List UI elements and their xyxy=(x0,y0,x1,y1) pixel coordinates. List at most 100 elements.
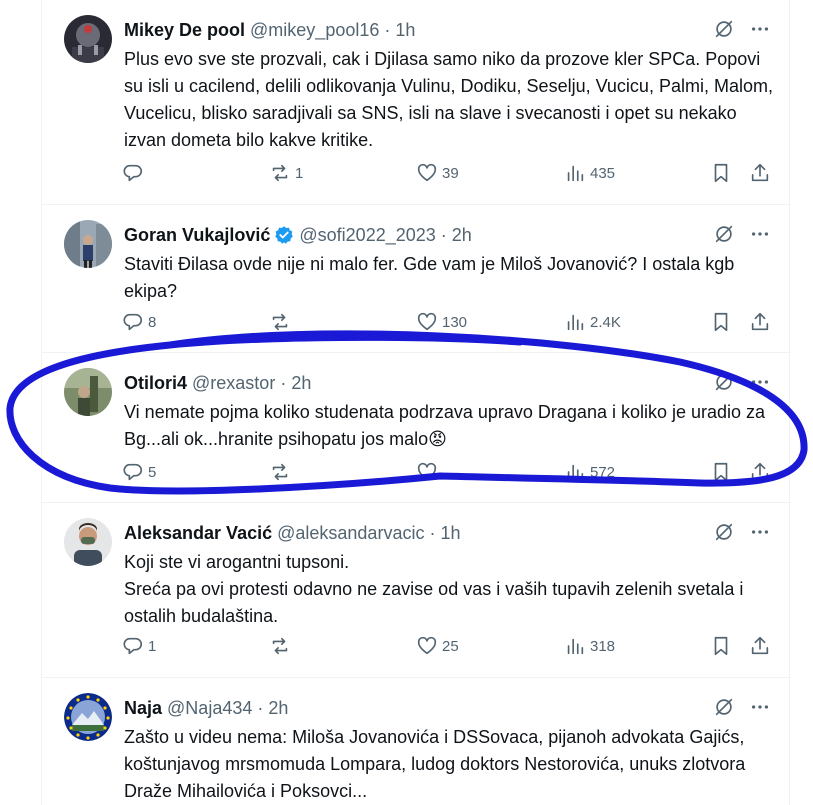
reply-feed: Mikey De pool @mikey_pool16 · 1h Plus ev… xyxy=(41,0,791,805)
avatar[interactable] xyxy=(64,693,112,741)
views-button[interactable]: 572 xyxy=(564,461,615,483)
bookmark-button[interactable] xyxy=(710,311,732,333)
reply-button[interactable]: 1 xyxy=(122,635,156,657)
grok-icon[interactable] xyxy=(713,521,735,543)
bookmark-icon xyxy=(714,462,728,482)
views-count: 435 xyxy=(590,164,616,182)
views-button[interactable]: 435 xyxy=(564,162,615,184)
bookmark-button[interactable] xyxy=(710,635,732,657)
views-button[interactable]: 2.4K xyxy=(564,311,621,333)
author-handle[interactable]: @Naja434 xyxy=(167,698,252,719)
author-name[interactable]: Goran Vukajlović xyxy=(124,225,270,246)
avatar[interactable] xyxy=(64,368,112,416)
views-count: 572 xyxy=(590,463,616,481)
repost-button[interactable]: 1 xyxy=(269,162,303,184)
header-actions xyxy=(713,371,771,393)
author-name[interactable]: Naja xyxy=(124,698,162,719)
more-icon[interactable] xyxy=(749,521,771,543)
author-handle[interactable]: @sofi2022_2023 xyxy=(299,225,435,246)
tweet[interactable]: Otilori4 @rexastor · 2h Vi nemate pojma … xyxy=(42,353,791,503)
views-icon xyxy=(567,638,584,655)
repost-icon xyxy=(272,164,288,182)
like-button[interactable]: 39 xyxy=(416,162,459,184)
header-actions xyxy=(713,696,771,718)
like-button[interactable]: 25 xyxy=(416,635,459,657)
reply-button[interactable]: 8 xyxy=(122,311,156,333)
tweet[interactable]: Naja @Naja434 · 2h Zašto u videu nema: M… xyxy=(42,678,791,805)
share-button[interactable] xyxy=(749,162,771,184)
author-handle[interactable]: @aleksandarvacic xyxy=(277,523,424,544)
like-icon xyxy=(417,312,437,331)
bookmark-button[interactable] xyxy=(710,162,732,184)
grok-icon[interactable] xyxy=(713,223,735,245)
share-icon xyxy=(751,462,769,481)
bookmark-icon xyxy=(714,636,728,656)
repost-button[interactable] xyxy=(269,461,295,483)
more-icon[interactable] xyxy=(749,18,771,40)
tweet-header: Aleksandar Vacić @aleksandarvacic · 1h xyxy=(124,521,771,545)
like-icon xyxy=(417,462,437,481)
like-count: 130 xyxy=(442,313,468,331)
separator: · xyxy=(280,372,287,393)
reply-count: 5 xyxy=(148,463,157,481)
avatar[interactable] xyxy=(64,518,112,566)
header-actions xyxy=(713,223,771,245)
share-button[interactable] xyxy=(749,635,771,657)
repost-button[interactable] xyxy=(269,635,295,657)
author-handle[interactable]: @rexastor xyxy=(192,373,275,394)
more-icon[interactable] xyxy=(749,696,771,718)
tweet-actions: 1 25 318 xyxy=(122,635,782,661)
share-button[interactable] xyxy=(749,461,771,483)
like-button[interactable]: 130 xyxy=(416,311,467,333)
author-name[interactable]: Aleksandar Vacić xyxy=(124,523,272,544)
reply-icon xyxy=(123,637,142,655)
reply-count: 8 xyxy=(148,313,157,331)
grok-icon[interactable] xyxy=(713,18,735,40)
views-icon xyxy=(567,314,584,331)
grok-icon[interactable] xyxy=(713,371,735,393)
author-handle[interactable]: @mikey_pool16 xyxy=(250,20,379,41)
reply-button[interactable] xyxy=(122,162,148,184)
repost-button[interactable] xyxy=(269,311,295,333)
verified-badge-icon[interactable] xyxy=(274,225,294,245)
more-icon[interactable] xyxy=(749,371,771,393)
tweet[interactable]: Aleksandar Vacić @aleksandarvacic · 1h K… xyxy=(42,503,791,678)
tweet-time[interactable]: 1h xyxy=(440,523,460,544)
tweet[interactable]: Goran Vukajlović @sofi2022_2023 · 2h Sta… xyxy=(42,205,791,353)
like-button[interactable] xyxy=(416,461,442,483)
author-name[interactable]: Otilori4 xyxy=(124,373,187,394)
bookmark-icon xyxy=(714,163,728,183)
reply-icon xyxy=(123,463,142,481)
tweet[interactable]: Mikey De pool @mikey_pool16 · 1h Plus ev… xyxy=(42,0,791,205)
bookmark-button[interactable] xyxy=(710,461,732,483)
more-icon[interactable] xyxy=(749,223,771,245)
tweet-header: Goran Vukajlović @sofi2022_2023 · 2h xyxy=(124,223,771,247)
like-icon xyxy=(417,163,437,182)
tweet-text: Plus evo sve ste prozvali, cak i Djilasa… xyxy=(124,49,778,150)
tweet-time[interactable]: 2h xyxy=(452,225,472,246)
share-button[interactable] xyxy=(749,311,771,333)
tweet-time[interactable]: 1h xyxy=(395,20,415,41)
share-icon xyxy=(751,636,769,655)
grok-icon[interactable] xyxy=(713,696,735,718)
bookmark-icon xyxy=(714,312,728,332)
tweet-text: Koji ste vi arogantni tupsoni. Sreća pa … xyxy=(124,552,744,626)
avatar[interactable] xyxy=(64,15,112,63)
avatar[interactable] xyxy=(64,220,112,268)
reply-icon xyxy=(123,313,142,331)
views-count: 2.4K xyxy=(590,313,621,331)
tweet-text: Vi nemate pojma koliko studenata podrzav… xyxy=(124,402,771,449)
tweet-header: Mikey De pool @mikey_pool16 · 1h xyxy=(124,18,771,42)
header-actions xyxy=(713,18,771,40)
views-button[interactable]: 318 xyxy=(564,635,615,657)
tweet-time[interactable]: 2h xyxy=(291,373,311,394)
header-actions xyxy=(713,521,771,543)
share-icon xyxy=(751,163,769,182)
repost-icon xyxy=(272,463,288,481)
tweet-time[interactable]: 2h xyxy=(268,698,288,719)
tweet-header: Naja @Naja434 · 2h xyxy=(124,696,771,720)
like-count: 39 xyxy=(442,164,459,182)
reply-button[interactable]: 5 xyxy=(122,461,156,483)
author-name[interactable]: Mikey De pool xyxy=(124,20,245,41)
views-count: 318 xyxy=(590,637,616,655)
